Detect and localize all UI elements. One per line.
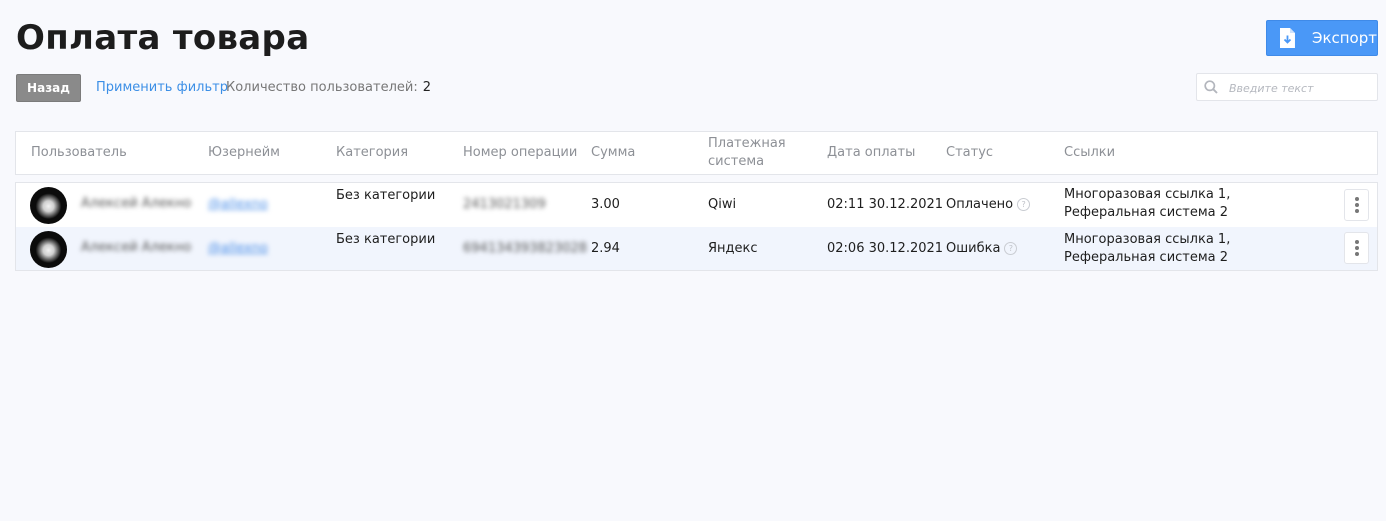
column-header-user: Пользователь [31,145,127,160]
username-link[interactable]: @allexno [208,197,268,212]
avatar [30,187,67,224]
status-text: Ошибка [946,241,1001,256]
link-item: Многоразовая ссылка 1, [1064,187,1231,202]
table-body: Алексей Алекно @allexno Без категории 24… [15,182,1378,271]
payment-date: 02:11 30.12.2021 [827,197,944,212]
more-vertical-icon [1354,240,1359,244]
user-count-label: Количество пользователей: [226,80,418,95]
column-header-category: Категория [336,145,409,160]
column-header-payment-date: Дата оплаты [827,145,916,160]
username-link[interactable]: @allexno [208,241,268,256]
status: Оплачено? [946,197,1031,212]
file-download-icon [1279,28,1295,48]
back-button[interactable]: Назад [16,74,81,102]
row-actions-button[interactable] [1344,189,1369,221]
page-title: Оплата товара [16,18,310,58]
user-count-value: 2 [422,80,431,95]
links: Многоразовая ссылка 1, Реферальная систе… [1064,231,1230,267]
user-name: Алексей Алекно [81,196,192,211]
column-header-username: Юзернейм [208,145,280,160]
column-header-payment-system: Платежная система [708,136,786,169]
search-input[interactable] [1227,74,1376,102]
column-header-links: Ссылки [1064,145,1116,160]
table-row: Алексей Алекно @allexno Без категории 24… [16,183,1377,226]
payment-date: 02:06 30.12.2021 [827,241,944,256]
payment-system: Qiwi [708,197,737,212]
table-row: Алексей Алекно @allexno Без категории 69… [16,227,1377,270]
search-icon [1204,80,1218,94]
amount: 2.94 [591,241,620,256]
category: Без категории [336,188,436,203]
status-text: Оплачено [946,197,1014,212]
payment-system: Яндекс [708,241,758,256]
column-header-status: Статус [946,145,994,160]
question-circle-icon[interactable]: ? [1017,198,1031,211]
search-box[interactable] [1196,73,1378,102]
category: Без категории [336,232,436,247]
operation-number: 694134393823028 [463,241,588,256]
apply-filter-link[interactable]: Применить фильтр [96,80,228,95]
link-item: Реферальная система 2 [1064,250,1229,265]
link-item: Реферальная система 2 [1064,205,1229,220]
user-name: Алексей Алекно [81,240,192,255]
operation-number: 2413021309 [463,197,546,212]
avatar [30,231,67,268]
row-actions-button[interactable] [1344,232,1369,264]
column-header-operation: Номер операции [463,145,578,160]
column-header-amount: Сумма [591,145,636,160]
amount: 3.00 [591,197,620,212]
links: Многоразовая ссылка 1, Реферальная систе… [1064,186,1230,222]
export-button-label: Экспорт [1311,29,1377,47]
table-header: Пользователь Юзернейм Категория Номер оп… [15,131,1378,175]
question-circle-icon[interactable]: ? [1004,242,1018,255]
export-button[interactable]: Экспорт [1266,20,1378,56]
link-item: Многоразовая ссылка 1, [1064,232,1231,247]
user-count: Количество пользователей: 2 [226,80,431,95]
status: Ошибка? [946,241,1018,256]
more-vertical-icon [1354,197,1359,201]
